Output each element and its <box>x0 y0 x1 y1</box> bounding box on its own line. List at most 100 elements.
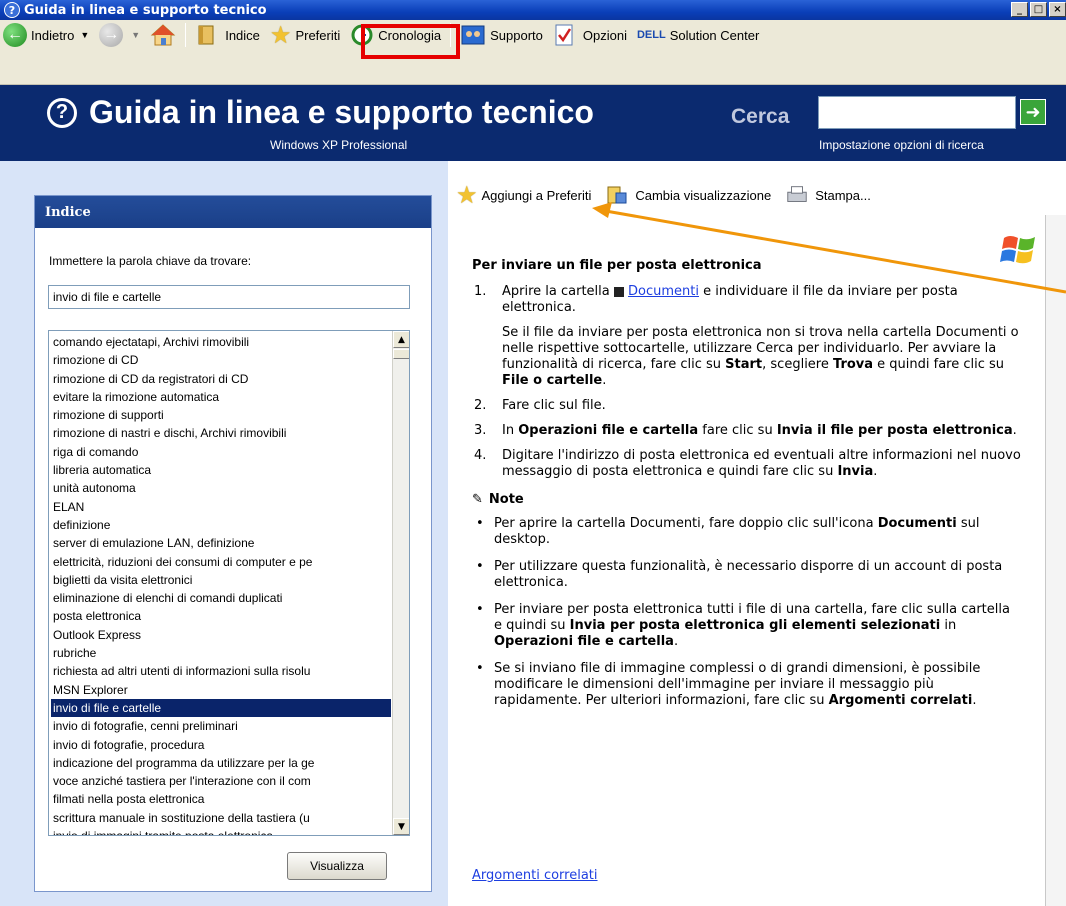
keyword-input[interactable] <box>48 285 410 309</box>
step-2: 2. Fare clic sul file. <box>472 398 1022 414</box>
note-item: Per utilizzare questa funzionalità, è ne… <box>472 559 1022 591</box>
file-ops-term: Operazioni file e cartella <box>518 423 699 438</box>
index-list-items: comando ejectatapi, Archivi rimovibili ri… <box>51 333 391 835</box>
note-pencil-icon: ✎ <box>472 492 483 507</box>
solution-center-label: Solution Center <box>669 27 760 43</box>
index-label: Indice <box>225 27 260 43</box>
print-label: Stampa... <box>815 187 871 203</box>
search-go-button[interactable]: ➜ <box>1020 99 1046 125</box>
index-list-item[interactable]: voce anziché tastiera per l'interazione … <box>51 772 391 790</box>
index-list-item[interactable]: elettricità, riduzioni dei consumi di co… <box>51 553 391 571</box>
step-1: 1. Aprire la cartella Documenti e indivi… <box>474 284 1019 388</box>
note-item: Per inviare per posta elettronica tutti … <box>472 602 1022 650</box>
step-text: , scegliere <box>762 357 829 372</box>
index-list-item[interactable]: posta elettronica <box>51 607 391 625</box>
search-options-link[interactable]: Impostazione opzioni di ricerca <box>819 138 984 152</box>
search-input[interactable] <box>818 96 1016 129</box>
help-banner: ? Guida in linea e supporto tecnico Wind… <box>0 85 1066 161</box>
index-scrollbar[interactable]: ▲ ▼ <box>392 331 409 835</box>
dell-solution-center-button[interactable]: DELL Solution Center <box>632 20 764 50</box>
options-label: Opzioni <box>582 27 627 43</box>
forward-arrow-icon: → <box>99 23 124 47</box>
window-controls: _ □ × <box>1011 2 1066 17</box>
show-button[interactable]: Visualizza <box>287 852 387 880</box>
home-button[interactable] <box>145 20 181 50</box>
send-file-term: Invia il file per posta elettronica <box>776 423 1013 438</box>
close-button[interactable]: × <box>1049 2 1066 17</box>
forward-dropdown-icon[interactable]: ▼ <box>131 30 140 40</box>
start-term: Start <box>725 357 763 372</box>
index-list-item[interactable]: Outlook Express <box>51 626 391 644</box>
step-text: Aprire la cartella <box>502 284 610 299</box>
support-icon <box>461 25 485 45</box>
content-scrollbar[interactable] <box>1045 215 1066 906</box>
files-folders-term: File o cartelle <box>502 373 603 388</box>
index-list-item[interactable]: libreria automatica <box>51 461 391 479</box>
scroll-up-button[interactable]: ▲ <box>393 331 409 348</box>
index-list-item[interactable]: invio di fotografie, cenni preliminari <box>51 717 391 735</box>
banner-subtitle: Windows XP Professional <box>270 138 408 152</box>
index-list-item[interactable]: definizione <box>51 516 391 534</box>
index-list-item[interactable]: riga di comando <box>51 443 391 461</box>
send-term: Invia <box>837 464 874 479</box>
search-label: Cerca <box>731 105 790 128</box>
support-button[interactable]: Supporto <box>455 20 548 50</box>
title-bar: ? Guida in linea e supporto tecnico _ □ … <box>0 0 1066 20</box>
index-list-item[interactable]: invio di file e cartelle <box>51 698 391 718</box>
index-list-item[interactable]: unità autonoma <box>51 479 391 497</box>
scroll-down-button[interactable]: ▼ <box>393 818 409 835</box>
related-topics-link[interactable]: Argomenti correlati <box>472 868 598 883</box>
index-list-item[interactable]: rimozione di nastri e dischi, Archivi ri… <box>51 424 391 442</box>
back-dropdown-icon[interactable]: ▼ <box>80 30 89 40</box>
minimize-button[interactable]: _ <box>1011 2 1028 17</box>
index-list-item[interactable]: server di emulazione LAN, definizione <box>51 534 391 552</box>
index-list-item[interactable]: rimozione di CD da registratori di CD <box>51 370 391 388</box>
index-list-item[interactable]: invio di immagini tramite posta elettron… <box>51 827 391 835</box>
index-list-item[interactable]: biglietti da visita elettronici <box>51 571 391 589</box>
add-to-favorites-button[interactable]: ★ Aggiungi a Preferiti <box>456 181 591 210</box>
banner-title-text: Guida in linea e supporto tecnico <box>89 94 594 130</box>
index-list-item[interactable]: rubriche <box>51 644 391 662</box>
index-list[interactable]: comando ejectatapi, Archivi rimovibili ri… <box>48 330 410 836</box>
scroll-thumb[interactable] <box>393 349 409 359</box>
index-list-item[interactable]: richiesta ad altri utenti di informazion… <box>51 662 391 680</box>
index-button[interactable]: Indice <box>190 20 265 50</box>
step-number: 1. <box>474 284 487 299</box>
options-button[interactable]: Opzioni <box>548 20 632 50</box>
print-button[interactable]: Stampa... <box>785 183 871 207</box>
step-text: fare clic su <box>702 423 773 438</box>
documents-link[interactable]: Documenti <box>628 284 699 299</box>
history-button[interactable]: Cronologia <box>345 20 446 50</box>
favorites-button[interactable]: ★ Preferiti <box>265 20 345 50</box>
index-list-item[interactable]: evitare la rimozione automatica <box>51 388 391 406</box>
index-list-item[interactable]: comando ejectatapi, Archivi rimovibili <box>51 333 391 351</box>
index-list-item[interactable]: scrittura manuale in sostituzione della … <box>51 809 391 827</box>
back-button[interactable]: ← Indietro ▼ <box>0 20 94 50</box>
step-number: 2. <box>474 398 487 413</box>
index-list-item[interactable]: MSN Explorer <box>51 681 391 699</box>
note-item: Per aprire la cartella Documenti, fare d… <box>472 516 1022 548</box>
index-list-item[interactable]: rimozione di CD <box>51 351 391 369</box>
index-list-item[interactable]: indicazione del programma da utilizzare … <box>51 754 391 772</box>
step-text: Fare clic sul file. <box>502 398 606 413</box>
index-panel: Indice Immettere la parola chiave da tro… <box>34 195 432 892</box>
help-icon: ? <box>47 97 77 128</box>
note-item: Se si inviano file di immagine complessi… <box>472 661 1022 709</box>
banner-title: ? Guida in linea e supporto tecnico <box>47 94 594 131</box>
article-content: Per inviare un file per posta elettronic… <box>472 258 1022 720</box>
forward-button[interactable]: → ▼ <box>94 20 145 50</box>
notes-heading: ✎ Note <box>472 492 1022 508</box>
change-view-label: Cambia visualizzazione <box>635 187 772 203</box>
index-list-item[interactable]: ELAN <box>51 498 391 516</box>
favorites-label: Preferiti <box>295 27 341 43</box>
index-list-item[interactable]: eliminazione di elenchi di comandi dupli… <box>51 589 391 607</box>
maximize-button[interactable]: □ <box>1030 2 1047 17</box>
book-icon <box>198 25 214 45</box>
file-ops-term: Operazioni file e cartella <box>494 634 674 649</box>
help-icon: ? <box>4 2 20 18</box>
index-list-item[interactable]: invio di fotografie, procedura <box>51 736 391 754</box>
change-view-button[interactable]: Cambia visualizzazione <box>605 183 771 207</box>
index-list-item[interactable]: rimozione di supporti <box>51 406 391 424</box>
step-text: Digitare l'indirizzo di posta elettronic… <box>502 448 1021 479</box>
index-list-item[interactable]: filmati nella posta elettronica <box>51 790 391 808</box>
